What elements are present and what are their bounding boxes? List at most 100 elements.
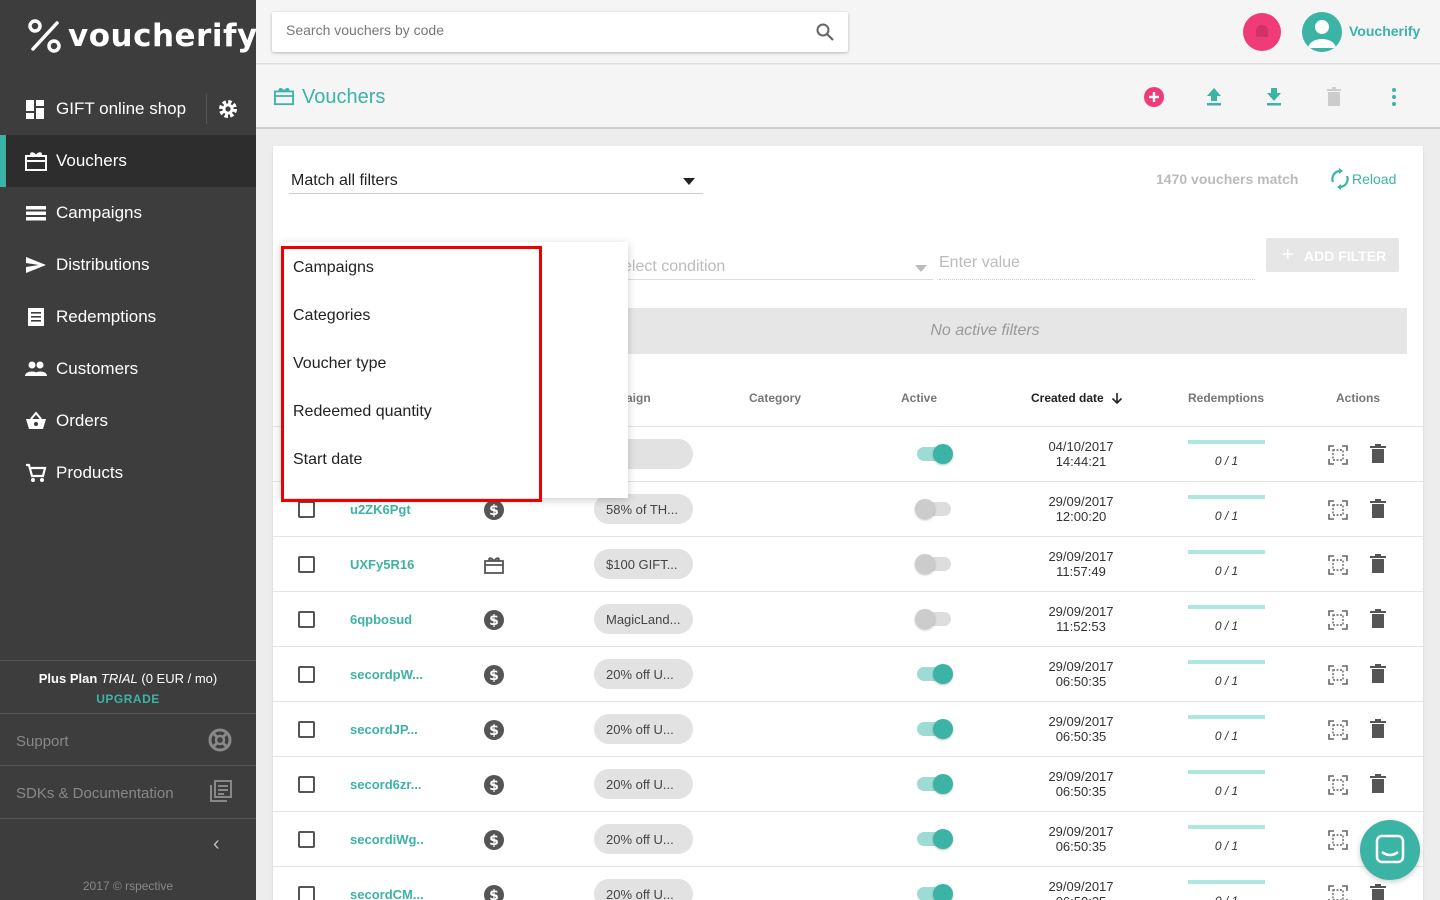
row-checkbox[interactable] [298,556,315,573]
campaign-chip[interactable]: 58% of TH... [594,494,693,524]
collapse-sidebar-button[interactable]: ‹ [0,818,256,870]
delete-icon[interactable] [1370,774,1386,794]
sidebar-item-customers[interactable]: Customers [0,343,256,395]
table-row[interactable]: secordCM... $20% off U... 29/09/201706:50:… [273,867,1423,900]
user-name[interactable]: Voucherify [1349,23,1420,39]
row-checkbox[interactable] [298,776,315,793]
qr-scan-icon[interactable] [1328,500,1348,520]
active-toggle[interactable] [917,884,953,900]
dropdown-arrow-icon [683,178,695,185]
chat-button[interactable] [1360,820,1420,880]
sidebar-item-redemptions[interactable]: Redemptions [0,291,256,343]
active-toggle[interactable] [917,444,953,464]
created-date: 29/09/201706:50:35 [1031,824,1131,854]
row-checkbox[interactable] [298,721,315,738]
support-link[interactable]: Support [0,713,256,766]
qr-scan-icon[interactable] [1328,775,1348,795]
table-row[interactable]: secordpW... $20% off U... 29/09/2017 06:50:… [273,647,1423,702]
project-selector[interactable]: GIFT online shop [0,84,256,134]
voucher-code[interactable]: secord6zr... [350,777,422,792]
delete-icon[interactable] [1370,719,1386,739]
logo[interactable]: voucherify [28,16,258,56]
sidebar-item-products[interactable]: Products [0,447,256,499]
row-checkbox[interactable] [298,501,315,518]
active-toggle[interactable] [915,609,951,629]
active-toggle[interactable] [917,719,953,739]
column-header-category[interactable]: Category [749,391,801,405]
table-row[interactable]: secordiWg.. $20% off U... 29/09/2017 06:50:… [273,812,1423,867]
table-row[interactable]: UXFy5R16 $100 GIFT... 29/09/2017 11:57:49 0 … [273,537,1423,592]
condition-select[interactable]: elect condition [623,256,933,280]
sidebar-item-orders[interactable]: Orders [0,395,256,447]
trash-icon[interactable] [1322,85,1346,109]
search-icon[interactable] [816,23,834,41]
qr-scan-icon[interactable] [1328,610,1348,630]
voucher-code[interactable]: secordJP... [350,722,418,737]
avatar[interactable] [1302,12,1342,52]
add-filter-button[interactable]: + ADD FILTER [1266,238,1399,272]
voucher-code[interactable]: u2ZK6Pgt [350,502,411,517]
qr-scan-icon[interactable] [1328,555,1348,575]
delete-icon[interactable] [1370,444,1386,464]
campaign-chip[interactable]: MagicLand... [594,604,693,634]
campaign-chip[interactable]: 20% off U... [594,824,693,854]
search-input[interactable] [286,22,806,38]
voucher-code[interactable]: 6qpbosud [350,612,412,627]
row-checkbox[interactable] [298,831,315,848]
column-header-active[interactable]: Active [901,391,937,405]
reload-button[interactable]: Reload [1330,168,1396,193]
active-toggle[interactable] [917,829,953,849]
campaign-chip[interactable]: $100 GIFT... [594,549,693,579]
row-checkbox[interactable] [298,886,315,900]
active-toggle[interactable] [917,774,953,794]
sidebar-item-label: Orders [56,411,108,430]
qr-scan-icon[interactable] [1328,665,1348,685]
redemption-count: 0 / 1 [1214,839,1239,853]
campaign-chip[interactable]: 20% off U... [594,879,693,900]
table-row[interactable]: 6qpbosud $ MagicLand... 29/09/2017 11:52:53 0… [273,592,1423,647]
delete-icon[interactable] [1370,884,1386,900]
voucher-code[interactable]: secordpW... [350,667,423,682]
qr-scan-icon[interactable] [1328,445,1348,465]
column-header-created-date[interactable]: Created date [1031,391,1123,405]
delete-icon[interactable] [1370,609,1386,629]
table-row[interactable]: secordJP... $20% off U... 29/09/2017 06:50:… [273,702,1423,757]
upgrade-link[interactable]: UPGRADE [0,692,256,706]
download-icon[interactable] [1262,85,1286,109]
sidebar-item-vouchers[interactable]: Vouchers [0,135,256,187]
qr-scan-icon[interactable] [1328,720,1348,740]
table-row[interactable]: secord6zr... $20% off U... 29/09/2017 06:50… [273,757,1423,812]
lifebuoy-icon [208,728,232,752]
campaign-chip[interactable]: 20% off U... [594,714,693,744]
sidebar-item-distributions[interactable]: Distributions [0,239,256,291]
sidebar-item-label: Campaigns [56,203,142,222]
column-header-redemptions[interactable]: Redemptions [1188,391,1264,405]
row-checkbox[interactable] [298,666,315,683]
upload-icon[interactable] [1202,85,1226,109]
campaign-chip[interactable]: 20% off U... [594,659,693,689]
qr-scan-icon[interactable] [1328,885,1348,900]
delete-icon[interactable] [1370,664,1386,684]
gear-icon[interactable] [217,98,239,120]
add-voucher-button[interactable] [1142,85,1166,109]
delete-icon[interactable] [1370,554,1386,574]
sidebar-item-campaigns[interactable]: Campaigns [0,187,256,239]
match-mode-select[interactable]: Match all filters [289,170,703,194]
voucher-code[interactable]: UXFy5R16 [350,557,414,572]
voucher-code[interactable]: secordCM... [350,887,424,900]
campaign-chip[interactable]: 20% off U... [594,769,693,799]
delete-icon[interactable] [1370,499,1386,519]
column-header-campaign[interactable]: aign [626,391,651,405]
sdk-docs-link[interactable]: SDKs & Documentation [0,765,256,818]
filter-value-input[interactable] [939,252,1255,272]
active-toggle[interactable] [915,554,951,574]
plan-line: Plus Plan TRIAL (0 EUR / mo) [0,671,256,686]
notification-button[interactable] [1243,13,1281,51]
more-vert-icon[interactable] [1382,85,1406,109]
toggle-knob [933,719,953,739]
voucher-code[interactable]: secordiWg.. [350,832,424,847]
row-checkbox[interactable] [298,611,315,628]
active-toggle[interactable] [917,664,953,684]
qr-scan-icon[interactable] [1328,830,1348,850]
active-toggle[interactable] [915,499,951,519]
